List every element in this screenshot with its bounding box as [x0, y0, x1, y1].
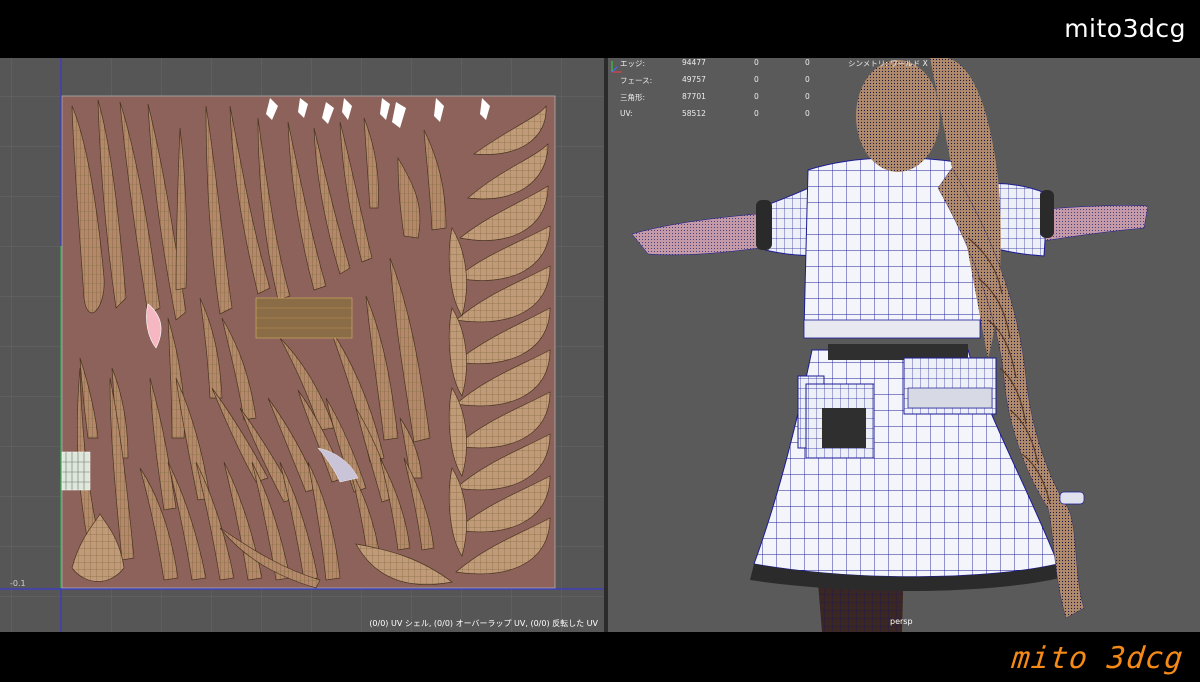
poly-stat-row: フェース: 49757 0 0 — [620, 75, 840, 92]
bottom-black-bar: mito 3dcg — [0, 632, 1200, 682]
poly-stat-label: UV: — [620, 109, 633, 118]
poly-stat-value: 58512 — [682, 109, 706, 118]
axis-gizmo-icon — [611, 61, 622, 73]
uv-coordinate-label: -0.1 — [10, 579, 26, 588]
poly-stat-extra: 0 — [805, 109, 810, 118]
viewport-panel[interactable]: エッジ: 94477 0 0 フェース: 49757 0 0 三角形: 8770… — [608, 58, 1200, 632]
poly-stat-label: 三角形: — [620, 93, 646, 102]
poly-stat-label: フェース: — [620, 76, 653, 85]
poly-stat-value: 94477 — [682, 58, 706, 67]
top-black-bar: mito3dcg — [0, 0, 1200, 58]
watermark-top: mito3dcg — [1064, 14, 1186, 43]
poly-stat-selected: 0 — [754, 58, 759, 67]
character-model[interactable] — [631, 58, 1149, 632]
poly-stat-row: UV: 58512 0 0 — [620, 109, 840, 126]
poly-stat-selected: 0 — [754, 92, 759, 101]
poly-stat-value: 49757 — [682, 75, 706, 84]
poly-count-hud: エッジ: 94477 0 0 フェース: 49757 0 0 三角形: 8770… — [620, 58, 840, 126]
viewport-canvas[interactable] — [608, 58, 1200, 632]
watermark-handwritten: mito 3dcg — [1010, 641, 1186, 676]
poly-stat-selected: 0 — [754, 75, 759, 84]
poly-stat-extra: 0 — [805, 92, 810, 101]
uv-editor-panel[interactable]: -0.1 (0/0) UV シェル, (0/0) オーバーラップ UV, (0/… — [0, 58, 604, 632]
camera-label: persp — [890, 617, 913, 626]
poly-stat-selected: 0 — [754, 109, 759, 118]
uv-canvas[interactable] — [0, 58, 604, 632]
poly-stat-extra: 0 — [805, 58, 810, 67]
symmetry-label: シンメトリ: ワールド X — [848, 59, 928, 68]
poly-stat-value: 87701 — [682, 92, 706, 101]
poly-stat-row: 三角形: 87701 0 0 — [620, 92, 840, 109]
poly-stat-extra: 0 — [805, 75, 810, 84]
uv-status-text: (0/0) UV シェル, (0/0) オーバーラップ UV, (0/0) 反転… — [369, 619, 598, 628]
poly-stat-row: エッジ: 94477 0 0 — [620, 58, 840, 75]
